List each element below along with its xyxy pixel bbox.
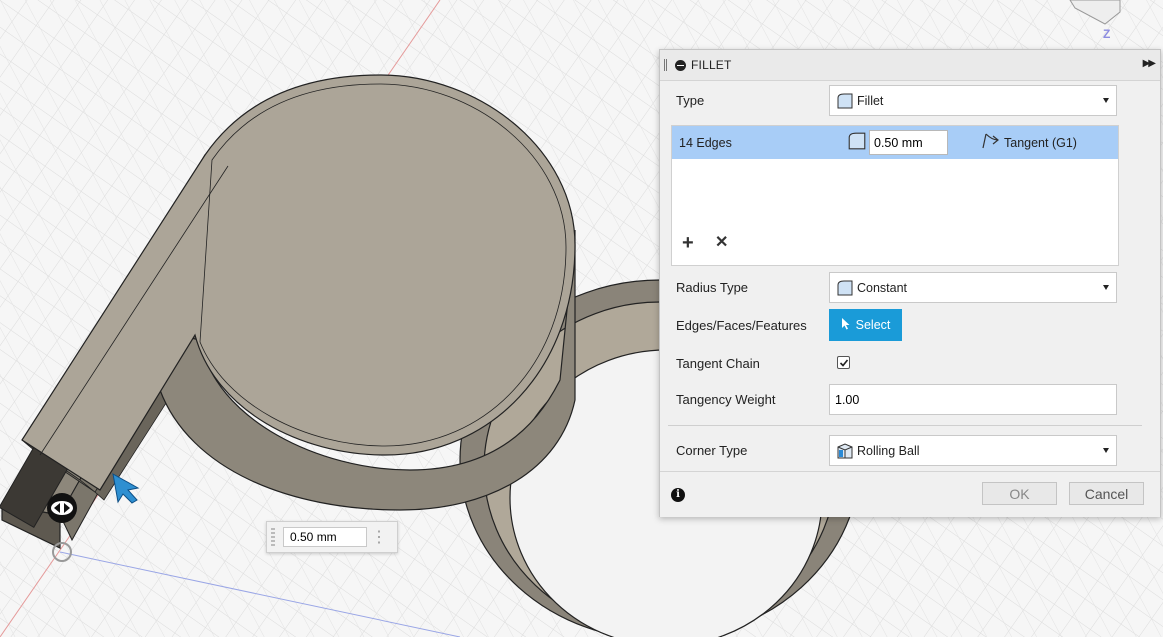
edge-handle-icon bbox=[47, 493, 77, 523]
dimension-input[interactable] bbox=[283, 527, 367, 547]
chevron-down-icon bbox=[1103, 98, 1109, 103]
edges-list: 14 Edges Tangent (G1) + ✕ bbox=[671, 125, 1119, 266]
expand-icon[interactable]: ▶▶ bbox=[1143, 58, 1156, 69]
type-dropdown[interactable]: Fillet bbox=[829, 85, 1117, 116]
cancel-button[interactable]: Cancel bbox=[1069, 482, 1144, 505]
edge-radius-input[interactable] bbox=[869, 130, 948, 155]
fillet-radius-icon bbox=[847, 131, 867, 154]
corner-type-row: Corner Type Rolling Ball bbox=[660, 435, 1160, 466]
tangent-icon bbox=[980, 132, 1000, 153]
info-icon[interactable]: i bbox=[671, 488, 685, 502]
corner-type-value: Rolling Ball bbox=[857, 443, 920, 458]
chevron-down-icon bbox=[1103, 285, 1109, 290]
tangency-weight-row: Tangency Weight bbox=[660, 384, 1160, 415]
fillet-dialog: FILLET ▶▶ Type Fillet 14 Edges 0.50 mm T… bbox=[659, 49, 1161, 517]
edge-radius-group bbox=[847, 130, 948, 155]
type-label: Type bbox=[676, 93, 705, 108]
drag-grip-icon[interactable] bbox=[267, 522, 279, 552]
select-button[interactable]: Select bbox=[829, 309, 902, 341]
dialog-footer: i OK Cancel bbox=[660, 471, 1160, 517]
type-row: Type Fillet bbox=[660, 85, 1160, 116]
collapse-icon[interactable] bbox=[675, 59, 686, 71]
constant-radius-icon bbox=[835, 278, 855, 298]
dialog-header[interactable]: FILLET ▶▶ bbox=[660, 50, 1160, 81]
fillet-icon bbox=[835, 91, 855, 111]
add-icon[interactable]: + bbox=[682, 233, 694, 253]
edge-set-row[interactable]: 14 Edges Tangent (G1) bbox=[672, 126, 1118, 159]
radius-type-dropdown[interactable]: Constant bbox=[829, 272, 1117, 303]
dimension-input-box: ⋮ bbox=[266, 521, 398, 553]
rolling-ball-icon bbox=[835, 441, 855, 461]
remove-icon[interactable]: ✕ bbox=[715, 234, 728, 252]
select-button-label: Select bbox=[855, 318, 891, 332]
more-options-icon[interactable]: ⋮ bbox=[367, 527, 391, 547]
selection-row: Edges/Faces/Features Select bbox=[660, 309, 1160, 341]
tangency-weight-label: Tangency Weight bbox=[676, 392, 776, 407]
cursor-arrow-icon bbox=[841, 317, 851, 333]
tangent-chain-row: Tangent Chain bbox=[660, 350, 1160, 376]
dialog-grip-icon[interactable] bbox=[664, 59, 667, 71]
corner-type-label: Corner Type bbox=[676, 443, 748, 458]
ok-button[interactable]: OK bbox=[982, 482, 1057, 505]
continuity-value: Tangent (G1) bbox=[1004, 135, 1077, 150]
type-value: Fillet bbox=[857, 93, 884, 108]
radius-type-value: Constant bbox=[857, 280, 908, 295]
section-divider bbox=[668, 425, 1142, 426]
radius-type-row: Radius Type Constant bbox=[660, 272, 1160, 303]
selection-label: Edges/Faces/Features bbox=[676, 317, 807, 333]
continuity-dropdown[interactable]: Tangent (G1) bbox=[980, 132, 1077, 153]
tangent-chain-label: Tangent Chain bbox=[676, 355, 760, 371]
chevron-down-icon bbox=[1103, 448, 1109, 453]
dialog-title: FILLET bbox=[691, 58, 732, 72]
axis-label-z: Z bbox=[1103, 27, 1110, 41]
edge-count-label: 14 Edges bbox=[679, 135, 732, 150]
radius-type-label: Radius Type bbox=[676, 280, 749, 295]
tangent-chain-checkbox[interactable] bbox=[837, 356, 850, 369]
corner-type-dropdown[interactable]: Rolling Ball bbox=[829, 435, 1117, 466]
tangency-weight-input[interactable] bbox=[829, 384, 1117, 415]
